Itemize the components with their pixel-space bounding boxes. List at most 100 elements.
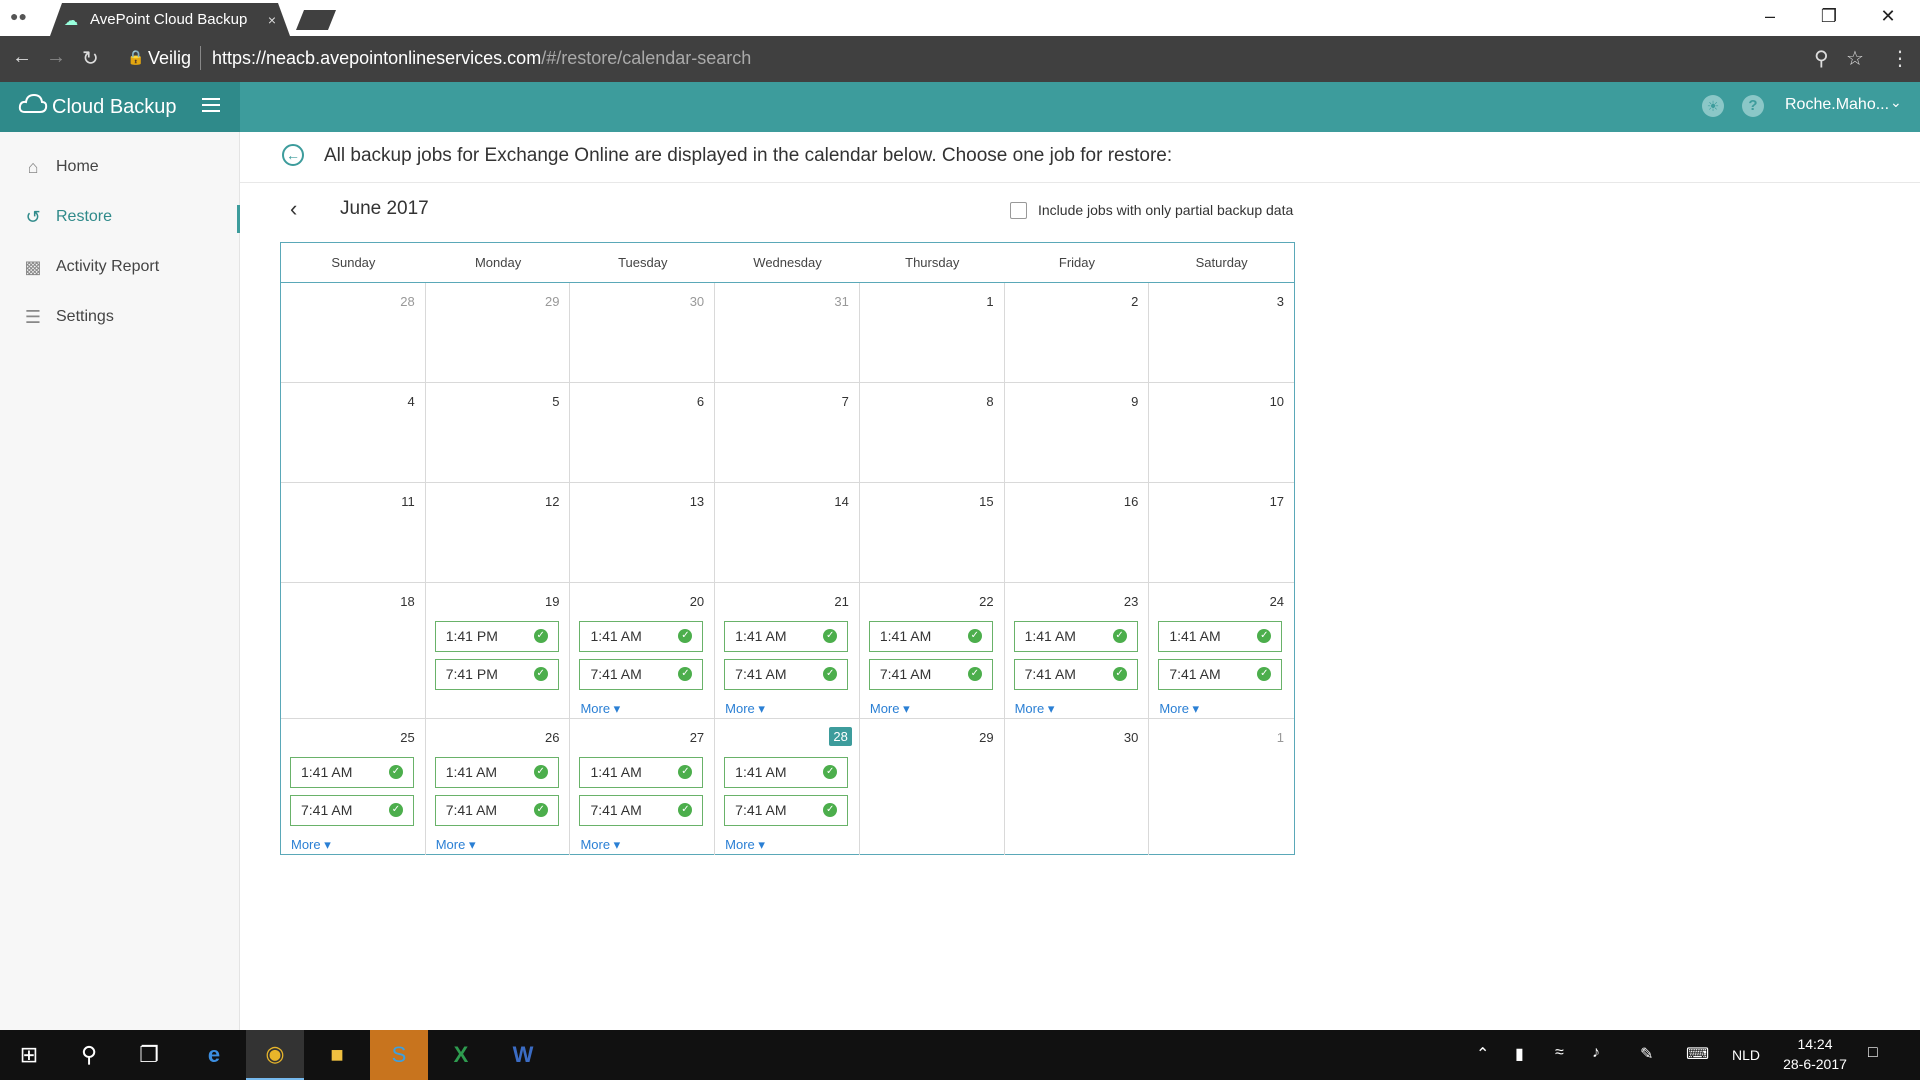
browser-menu-icon[interactable]: ⋮ <box>1890 46 1910 71</box>
reload-icon[interactable]: ↻ <box>82 46 99 71</box>
backup-job-button[interactable]: 7:41 AM ✓ <box>579 659 704 690</box>
calendar-day[interactable]: 16 <box>1005 483 1150 582</box>
backup-job-button[interactable]: 7:41 AM ✓ <box>724 659 849 690</box>
wifi-icon[interactable]: ≈ <box>1555 1044 1564 1062</box>
calendar-day[interactable]: 28 <box>281 283 426 382</box>
new-tab-button[interactable] <box>296 10 336 30</box>
language-indicator[interactable]: NLD <box>1732 1047 1760 1063</box>
skype-icon[interactable]: S <box>370 1030 428 1080</box>
backup-job-button[interactable]: 1:41 AM ✓ <box>434 757 559 788</box>
task-view-icon[interactable]: ❐ <box>120 1030 178 1080</box>
calendar-day[interactable]: 5 <box>426 383 571 482</box>
sidebar-item-restore[interactable]: ↺ Restore <box>0 197 240 237</box>
bookmark-star-icon[interactable]: ☆ <box>1846 46 1864 71</box>
calendar-day[interactable]: 12 <box>426 483 571 582</box>
backup-job-button[interactable]: 1:41 PM ✓ <box>434 621 559 652</box>
calendar-day[interactable]: 3 <box>1149 283 1294 382</box>
calendar-day[interactable]: 18 <box>281 583 426 718</box>
browser-tab[interactable]: ☁ AvePoint Cloud Backup × <box>50 3 290 36</box>
user-menu[interactable]: Roche.Maho... <box>1785 96 1889 114</box>
calendar-day[interactable]: 8 <box>860 383 1005 482</box>
hamburger-menu-icon[interactable] <box>202 98 220 114</box>
backup-job-button[interactable]: 1:41 AM ✓ <box>1013 621 1138 652</box>
calendar-day[interactable]: 31 <box>715 283 860 382</box>
calendar-day[interactable]: 24 1:41 AM ✓ 7:41 AM ✓ More ▾ <box>1149 583 1294 718</box>
secure-label[interactable]: Veilig <box>148 48 191 69</box>
calendar-day[interactable]: 29 <box>426 283 571 382</box>
calendar-day[interactable]: 21 1:41 AM ✓ 7:41 AM ✓ More ▾ <box>715 583 860 718</box>
keyboard-icon[interactable]: ⌨ <box>1686 1044 1709 1064</box>
backup-job-button[interactable]: 7:41 AM ✓ <box>868 659 993 690</box>
partial-backup-checkbox[interactable] <box>1010 202 1027 219</box>
calendar-day[interactable]: 10 <box>1149 383 1294 482</box>
backup-job-button[interactable]: 7:41 AM ✓ <box>1158 659 1283 690</box>
clock-time[interactable]: 14:24 <box>1795 1036 1835 1052</box>
help-icon[interactable]: ? <box>1742 95 1764 117</box>
calendar-day[interactable]: 19 1:41 PM ✓ 7:41 PM ✓ <box>426 583 571 718</box>
minimize-icon[interactable]: – <box>1755 6 1785 30</box>
calendar-day[interactable]: 20 1:41 AM ✓ 7:41 AM ✓ More ▾ <box>570 583 716 718</box>
calendar-day[interactable]: 17 <box>1149 483 1294 582</box>
url-input[interactable]: https://neacb.avepointonlineservices.com… <box>212 48 751 69</box>
more-jobs-link[interactable]: More ▾ <box>725 701 765 717</box>
notification-icon[interactable]: ☀ <box>1702 95 1724 117</box>
calendar-day[interactable]: 30 <box>570 283 716 382</box>
backup-job-button[interactable]: 7:41 AM ✓ <box>290 795 414 826</box>
calendar-day[interactable]: 23 1:41 AM ✓ 7:41 AM ✓ More ▾ <box>1005 583 1150 718</box>
calendar-day[interactable]: 30 <box>1005 719 1150 855</box>
calendar-day[interactable]: 11 <box>281 483 426 582</box>
calendar-day[interactable]: 25 1:41 AM ✓ 7:41 AM ✓ More ▾ <box>281 719 426 855</box>
clock-date[interactable]: 28-6-2017 <box>1775 1056 1855 1072</box>
calendar-day[interactable]: 22 1:41 AM ✓ 7:41 AM ✓ More ▾ <box>860 583 1005 718</box>
pen-icon[interactable]: ✎ <box>1640 1044 1653 1064</box>
calendar-day[interactable]: 1 <box>860 283 1005 382</box>
search-icon[interactable]: ⚲ <box>60 1030 118 1080</box>
backup-job-button[interactable]: 1:41 AM ✓ <box>1158 621 1283 652</box>
word-icon[interactable]: W <box>494 1030 552 1080</box>
backup-job-button[interactable]: 7:41 AM ✓ <box>579 795 704 826</box>
backup-job-button[interactable]: 7:41 AM ✓ <box>724 795 849 826</box>
tab-close-icon[interactable]: × <box>268 12 276 28</box>
sidebar-item-settings[interactable]: ☰ Settings <box>0 297 240 337</box>
calendar-day[interactable]: 7 <box>715 383 860 482</box>
battery-icon[interactable]: ▮ <box>1515 1044 1524 1064</box>
partial-backup-label[interactable]: Include jobs with only partial backup da… <box>1038 202 1293 218</box>
more-jobs-link[interactable]: More ▾ <box>1159 701 1199 717</box>
more-jobs-link[interactable]: More ▾ <box>291 837 331 853</box>
more-jobs-link[interactable]: More ▾ <box>436 837 476 853</box>
sidebar-item-home[interactable]: ⌂ Home <box>0 147 240 187</box>
tray-chevron-up-icon[interactable]: ⌃ <box>1476 1044 1489 1064</box>
notifications-icon[interactable]: □ <box>1868 1044 1878 1062</box>
calendar-day[interactable]: 15 <box>860 483 1005 582</box>
back-circle-icon[interactable]: ← <box>282 144 304 166</box>
more-jobs-link[interactable]: More ▾ <box>580 837 620 853</box>
calendar-day[interactable]: 1 <box>1149 719 1294 855</box>
backup-job-button[interactable]: 7:41 PM ✓ <box>434 659 559 690</box>
edge-icon[interactable]: e <box>185 1030 243 1080</box>
prev-month-button[interactable]: ‹ <box>290 196 297 222</box>
volume-icon[interactable]: ♪ <box>1592 1044 1600 1062</box>
calendar-day[interactable]: 13 <box>570 483 716 582</box>
zoom-icon[interactable]: ⚲ <box>1814 46 1829 71</box>
calendar-day[interactable]: 6 <box>570 383 716 482</box>
excel-icon[interactable]: X <box>432 1030 490 1080</box>
backup-job-button[interactable]: 1:41 AM ✓ <box>724 757 849 788</box>
chrome-icon[interactable]: ◉ <box>246 1030 304 1080</box>
backup-job-button[interactable]: 1:41 AM ✓ <box>290 757 414 788</box>
calendar-day[interactable]: 9 <box>1005 383 1150 482</box>
file-explorer-icon[interactable]: ■ <box>308 1030 366 1080</box>
more-jobs-link[interactable]: More ▾ <box>725 837 765 853</box>
calendar-day[interactable]: 2 <box>1005 283 1150 382</box>
sidebar-item-activity-report[interactable]: ▩ Activity Report <box>0 247 240 287</box>
more-jobs-link[interactable]: More ▾ <box>580 701 620 717</box>
backup-job-button[interactable]: 1:41 AM ✓ <box>868 621 993 652</box>
backup-job-button[interactable]: 1:41 AM ✓ <box>724 621 849 652</box>
restore-window-icon[interactable]: ❐ <box>1814 6 1844 30</box>
backup-job-button[interactable]: 1:41 AM ✓ <box>579 621 704 652</box>
calendar-day[interactable]: 29 <box>860 719 1005 855</box>
backup-job-button[interactable]: 7:41 AM ✓ <box>434 795 559 826</box>
chevron-down-icon[interactable]: ⌄ <box>1890 94 1902 111</box>
calendar-day[interactable]: 27 1:41 AM ✓ 7:41 AM ✓ More ▾ <box>570 719 716 855</box>
brand-name[interactable]: Cloud Backup <box>52 96 177 119</box>
close-window-icon[interactable]: ✕ <box>1873 6 1903 30</box>
